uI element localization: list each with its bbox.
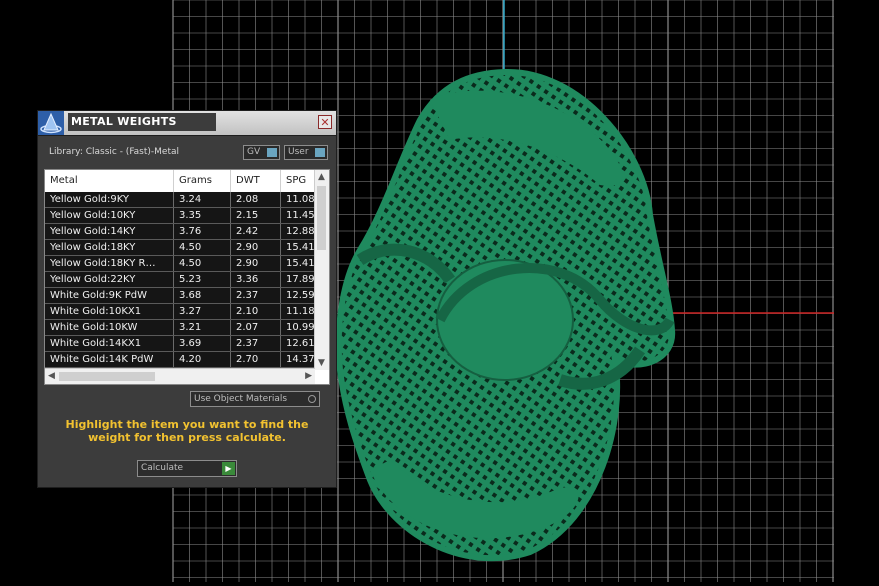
table-row[interactable]: Yellow Gold:10KY 3.35 2.15 11.45: [45, 208, 321, 224]
grams-cell: 3.76: [174, 224, 231, 239]
play-icon: ▶: [222, 462, 235, 475]
metal-cell: White Gold:14KX1: [45, 336, 174, 351]
table-row[interactable]: Yellow Gold:22KY 5.23 3.36 17.89: [45, 272, 321, 288]
radio-icon: [308, 395, 316, 403]
column-header-metal[interactable]: Metal: [45, 170, 174, 192]
dwt-cell: 2.70: [231, 352, 281, 367]
grams-cell: 3.24: [174, 192, 231, 207]
use-object-materials-toggle[interactable]: Use Object Materials: [190, 391, 320, 407]
dwt-cell: 3.36: [231, 272, 281, 287]
metal-cell: Yellow Gold:10KY: [45, 208, 174, 223]
vertical-scrollbar[interactable]: ▲ ▼: [314, 170, 329, 370]
calculate-button[interactable]: Calculate ▶: [137, 460, 237, 477]
metal-cell: Yellow Gold:18KY: [45, 240, 174, 255]
table-row[interactable]: White Gold:10KX1 3.27 2.10 11.18: [45, 304, 321, 320]
scroll-up-icon[interactable]: ▲: [318, 171, 325, 183]
grams-cell: 5.23: [174, 272, 231, 287]
table-row[interactable]: White Gold:9K PdW 3.68 2.37 12.59: [45, 288, 321, 304]
scroll-down-icon[interactable]: ▼: [318, 357, 325, 369]
horizontal-scrollbar[interactable]: ◀ ▶: [45, 368, 315, 384]
dwt-cell: 2.37: [231, 288, 281, 303]
table-row[interactable]: Yellow Gold:18KY R… 4.50 2.90 15.41: [45, 256, 321, 272]
scroll-thumb[interactable]: [59, 372, 155, 381]
app-logo-icon: [38, 111, 64, 135]
table-row[interactable]: White Gold:14K PdW 4.20 2.70 14.37: [45, 352, 321, 368]
metal-cell: Yellow Gold:18KY R…: [45, 256, 174, 271]
dwt-cell: 2.90: [231, 240, 281, 255]
toggle-icon: [267, 148, 277, 157]
dwt-cell: 2.90: [231, 256, 281, 271]
toggle-icon: [315, 148, 325, 157]
pendant-model[interactable]: [335, 68, 676, 562]
library-label: Library: Classic - (Fast)-Metal: [49, 147, 180, 157]
metal-cell: White Gold:10KX1: [45, 304, 174, 319]
instruction-text: Highlight the item you want to find the …: [65, 418, 309, 444]
table-rows: Yellow Gold:9KY 3.24 2.08 11.08 Yellow Gold:…: [45, 192, 321, 368]
table-row[interactable]: White Gold:10KW 3.21 2.07 10.99: [45, 320, 321, 336]
grams-cell: 4.50: [174, 256, 231, 271]
metal-table[interactable]: Metal Grams DWT SPG Yellow Gold:9KY 3.24 2…: [44, 169, 330, 385]
scroll-right-icon[interactable]: ▶: [305, 370, 312, 382]
table-row[interactable]: Yellow Gold:9KY 3.24 2.08 11.08: [45, 192, 321, 208]
user-label: User: [288, 147, 309, 157]
dwt-cell: 2.42: [231, 224, 281, 239]
metal-cell: Yellow Gold:14KY: [45, 224, 174, 239]
user-toggle[interactable]: User: [284, 145, 328, 160]
table-row[interactable]: Yellow Gold:14KY 3.76 2.42 12.88: [45, 224, 321, 240]
panel-titlebar[interactable]: METAL WEIGHTS ✕: [38, 111, 336, 136]
grams-cell: 3.68: [174, 288, 231, 303]
dwt-cell: 2.07: [231, 320, 281, 335]
table-header: Metal Grams DWT SPG: [45, 170, 321, 192]
dwt-cell: 2.15: [231, 208, 281, 223]
gv-label: GV: [247, 147, 261, 157]
use-object-materials-label: Use Object Materials: [194, 394, 288, 404]
grams-cell: 4.20: [174, 352, 231, 367]
panel-title: METAL WEIGHTS: [68, 113, 216, 131]
scroll-left-icon[interactable]: ◀: [48, 370, 55, 382]
metal-cell: Yellow Gold:22KY: [45, 272, 174, 287]
dwt-cell: 2.08: [231, 192, 281, 207]
dwt-cell: 2.37: [231, 336, 281, 351]
column-header-grams[interactable]: Grams: [174, 170, 231, 192]
grams-cell: 4.50: [174, 240, 231, 255]
metal-cell: White Gold:9K PdW: [45, 288, 174, 303]
metal-weights-panel: METAL WEIGHTS ✕ Library: Classic - (Fast…: [37, 110, 337, 488]
grams-cell: 3.35: [174, 208, 231, 223]
dwt-cell: 2.10: [231, 304, 281, 319]
grams-cell: 3.69: [174, 336, 231, 351]
gv-toggle[interactable]: GV: [243, 145, 280, 160]
scroll-thumb[interactable]: [317, 186, 326, 250]
calculate-label: Calculate: [141, 463, 184, 473]
metal-cell: White Gold:14K PdW: [45, 352, 174, 367]
table-row[interactable]: Yellow Gold:18KY 4.50 2.90 15.41: [45, 240, 321, 256]
table-row[interactable]: White Gold:14KX1 3.69 2.37 12.61: [45, 336, 321, 352]
metal-cell: White Gold:10KW: [45, 320, 174, 335]
grams-cell: 3.27: [174, 304, 231, 319]
column-header-dwt[interactable]: DWT: [231, 170, 281, 192]
close-icon[interactable]: ✕: [318, 115, 332, 129]
metal-cell: Yellow Gold:9KY: [45, 192, 174, 207]
grams-cell: 3.21: [174, 320, 231, 335]
